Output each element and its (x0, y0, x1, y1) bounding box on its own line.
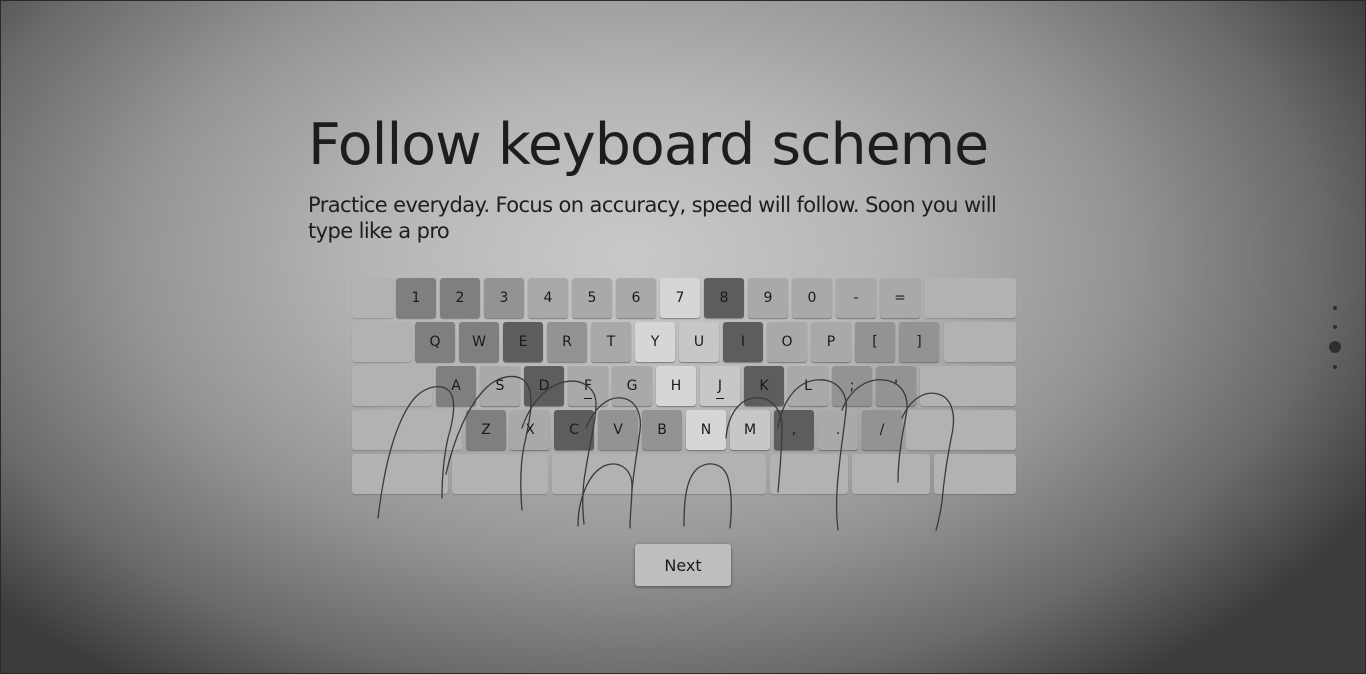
key-minus: - (836, 278, 876, 318)
key-slash: / (862, 410, 902, 450)
key-m: M (730, 410, 770, 450)
key-blank (352, 278, 394, 318)
key-comma: , (774, 410, 814, 450)
keyboard-top-row: Q W E R T Y U I O P [ ] (350, 322, 1016, 364)
key-0: 0 (792, 278, 832, 318)
key-s: S (480, 366, 520, 406)
keyboard-space-row (350, 454, 1016, 496)
key-b: B (642, 410, 682, 450)
spacebar (552, 454, 766, 494)
key-1: 1 (396, 278, 436, 318)
key-2: 2 (440, 278, 480, 318)
page-subtitle: Practice everyday. Focus on accuracy, sp… (308, 193, 997, 243)
key-blank (770, 454, 848, 494)
key-blank (352, 454, 448, 494)
key-c: C (554, 410, 594, 450)
key-right-bracket: ] (899, 322, 939, 362)
page-dot-4[interactable] (1333, 365, 1337, 369)
key-f: F (568, 366, 608, 406)
key-g: G (612, 366, 652, 406)
key-7: 7 (660, 278, 700, 318)
page-dot-2[interactable] (1333, 325, 1337, 329)
key-blank (352, 410, 462, 450)
key-8: 8 (704, 278, 744, 318)
key-blank (934, 454, 1016, 494)
keyboard-home-row: A S D F G H J K L ; ' (350, 366, 1016, 408)
key-z: Z (466, 410, 506, 450)
key-blank (352, 322, 412, 362)
key-n: N (686, 410, 726, 450)
key-p: P (811, 322, 851, 362)
key-a: A (436, 366, 476, 406)
key-3: 3 (484, 278, 524, 318)
key-r: R (547, 322, 587, 362)
key-5: 5 (572, 278, 612, 318)
key-k: K (744, 366, 784, 406)
key-equals: = (880, 278, 920, 318)
key-j: J (700, 366, 740, 406)
key-blank (906, 410, 1016, 450)
key-period: . (818, 410, 858, 450)
key-blank (352, 366, 432, 406)
page-title: Follow keyboard scheme (308, 112, 989, 178)
key-q: Q (415, 322, 455, 362)
key-blank (924, 278, 1016, 318)
home-key-bump (584, 398, 592, 399)
key-u: U (679, 322, 719, 362)
keyboard-scheme: 1 2 3 4 5 6 7 8 9 0 - = Q W E R T Y U I … (350, 278, 1016, 531)
key-v: V (598, 410, 638, 450)
key-blank (852, 454, 930, 494)
keyboard-bottom-row: Z X C V B N M , . / (350, 410, 1016, 452)
key-h: H (656, 366, 696, 406)
key-semicolon: ; (832, 366, 872, 406)
key-x: X (510, 410, 550, 450)
key-4: 4 (528, 278, 568, 318)
key-quote: ' (876, 366, 916, 406)
key-w: W (459, 322, 499, 362)
key-j-label: J (717, 378, 723, 394)
next-button[interactable]: Next (635, 544, 731, 586)
key-6: 6 (616, 278, 656, 318)
key-f-label: F (583, 378, 593, 394)
home-key-bump (716, 398, 724, 399)
key-blank (920, 366, 1016, 406)
key-9: 9 (748, 278, 788, 318)
page-indicator (1326, 302, 1344, 374)
key-o: O (767, 322, 807, 362)
page-dot-1[interactable] (1333, 306, 1337, 310)
key-left-bracket: [ (855, 322, 895, 362)
key-y: Y (635, 322, 675, 362)
key-e: E (503, 322, 543, 362)
key-blank (944, 322, 1016, 362)
page-dot-3-active[interactable] (1329, 341, 1341, 353)
key-t: T (591, 322, 631, 362)
key-i: I (723, 322, 763, 362)
key-blank (452, 454, 548, 494)
key-l: L (788, 366, 828, 406)
key-d: D (524, 366, 564, 406)
keyboard-number-row: 1 2 3 4 5 6 7 8 9 0 - = (350, 278, 1016, 320)
